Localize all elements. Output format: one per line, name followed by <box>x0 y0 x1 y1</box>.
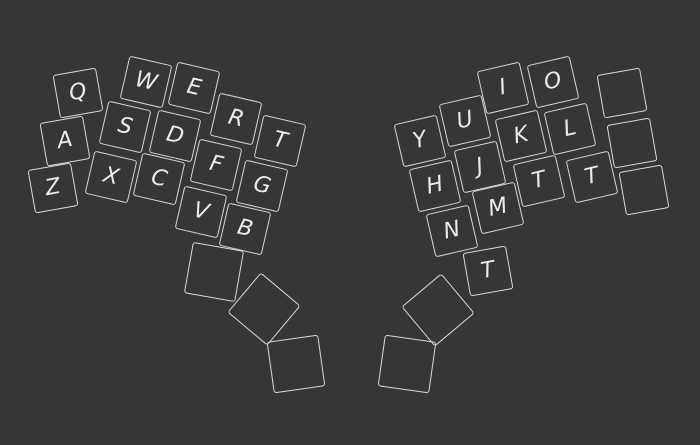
key-k: K <box>494 109 548 163</box>
split-keyboard-diagram: Q A Z W S X E D C R F V T G B Y H N U J … <box>0 0 700 445</box>
key-a: A <box>39 115 91 167</box>
key-v: V <box>174 185 228 239</box>
key-y: Y <box>393 114 447 168</box>
left-thumb-key-1 <box>183 241 245 303</box>
key-t: T <box>253 114 307 168</box>
outer-key-2 <box>606 117 658 169</box>
outer-key-3 <box>618 164 670 216</box>
key-m: M <box>471 181 525 235</box>
key-e: E <box>167 61 221 115</box>
key-x: X <box>84 150 138 204</box>
outer-key-1 <box>596 67 648 119</box>
key-l: L <box>543 102 597 156</box>
key-q: Q <box>52 67 104 119</box>
key-s: S <box>98 100 152 154</box>
key-t-lower: T <box>462 245 514 297</box>
key-h: H <box>408 159 462 213</box>
key-i: I <box>476 61 530 115</box>
key-g: G <box>235 159 289 213</box>
right-thumb-key-1 <box>401 273 475 347</box>
key-f: F <box>189 138 243 192</box>
key-n: N <box>425 204 479 258</box>
key-o: O <box>526 55 580 109</box>
key-w: W <box>119 55 173 109</box>
key-t-mid: T <box>512 154 566 208</box>
right-thumb-key-2 <box>377 334 437 394</box>
left-thumb-key-3 <box>266 334 326 394</box>
key-r: R <box>209 92 263 146</box>
key-d: D <box>148 109 202 163</box>
key-c: C <box>132 152 186 206</box>
key-z: Z <box>27 162 79 214</box>
key-t-right: T <box>565 150 619 204</box>
